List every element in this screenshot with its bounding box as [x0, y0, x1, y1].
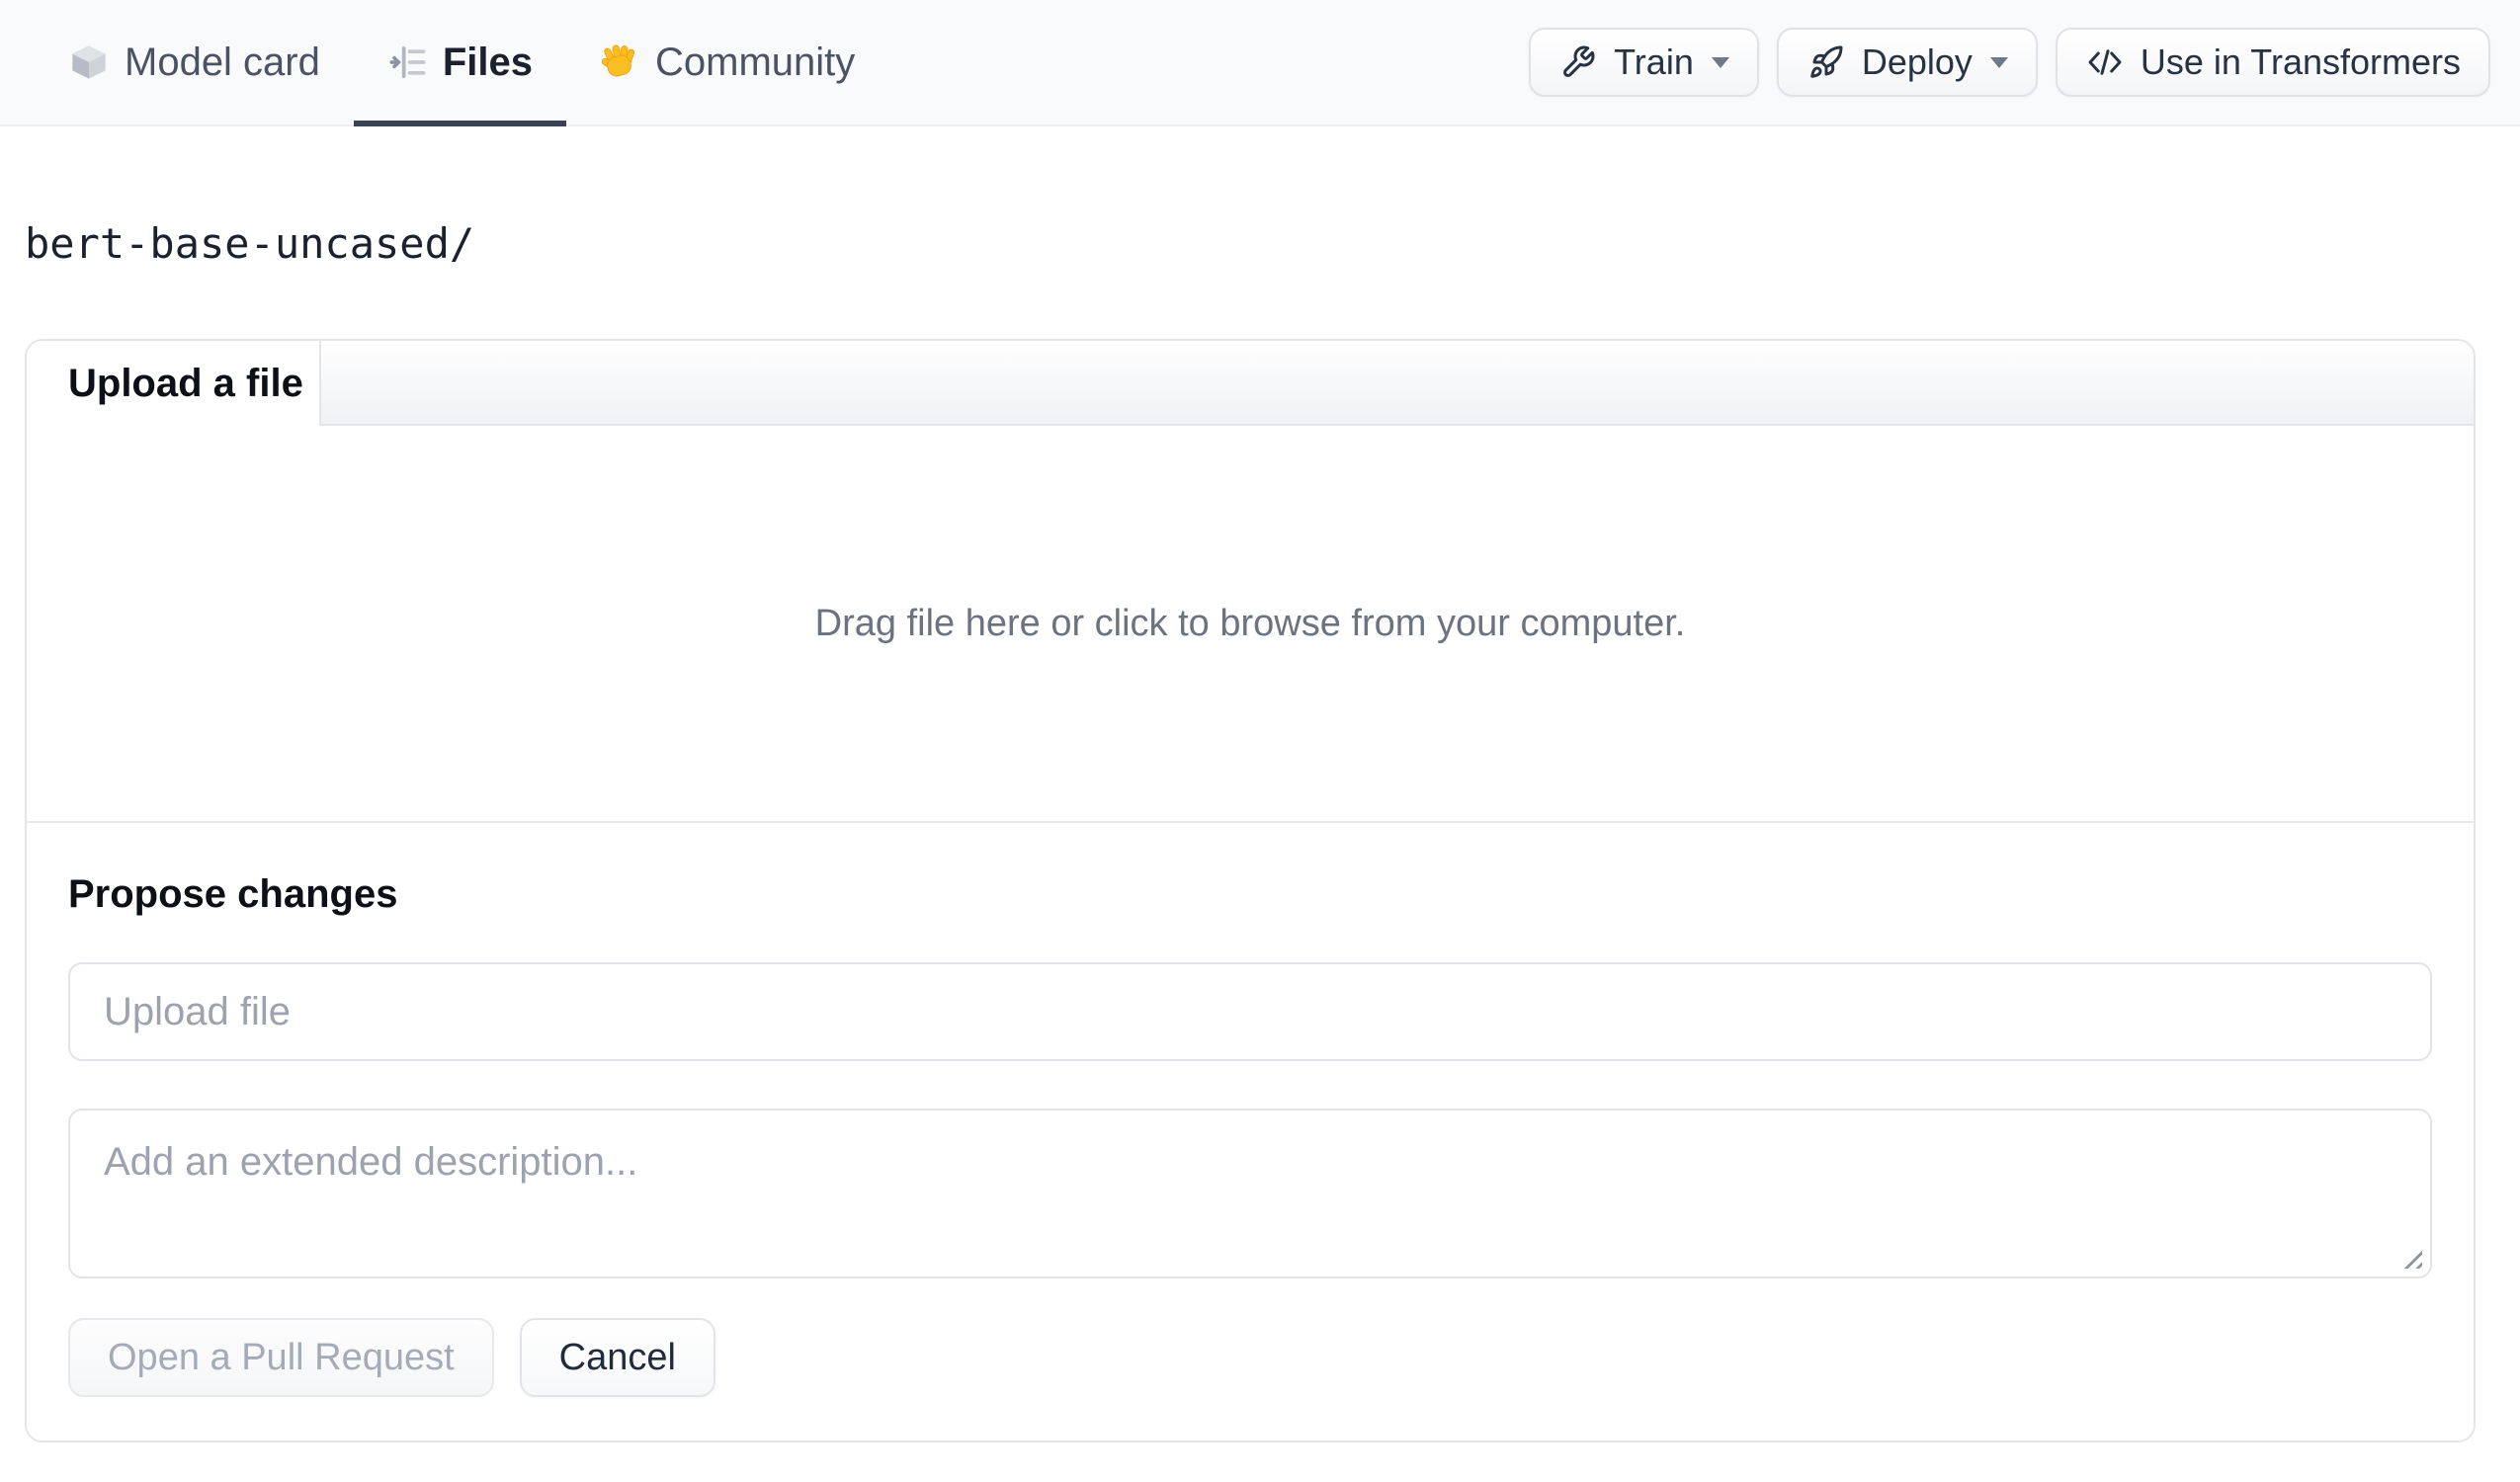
use-in-transformers-button[interactable]: Use in Transformers: [2055, 28, 2490, 97]
breadcrumb: bert-base-uncased/: [25, 219, 2495, 268]
cube-icon: [69, 42, 109, 82]
code-icon: [2085, 42, 2125, 82]
wrench-icon: [1558, 42, 1598, 82]
extended-description-textarea[interactable]: [68, 1109, 2432, 1278]
use-in-transformers-label: Use in Transformers: [2140, 41, 2461, 82]
nav-tab-label: Files: [442, 40, 534, 84]
nav-tab-label: Model card: [125, 40, 320, 84]
train-button[interactable]: Train: [1529, 28, 1759, 97]
files-icon: [387, 42, 427, 82]
propose-changes-section: Propose changes Open a Pull Request Canc…: [27, 823, 2474, 1397]
propose-changes-heading: Propose changes: [68, 872, 398, 916]
nav-tab-files[interactable]: Files: [353, 0, 567, 126]
nav-tab-community[interactable]: Community: [566, 0, 888, 124]
dropzone-hint-text: Drag file here or click to browse from y…: [814, 602, 1686, 644]
caret-down-icon: [1989, 56, 2008, 68]
deploy-button-label: Deploy: [1861, 41, 1973, 82]
rocket-icon: [1806, 42, 1846, 82]
repo-nav: Model card Files Community Train Deploy …: [0, 0, 2520, 126]
main-content: bert-base-uncased/ Upload a file Drag fi…: [0, 219, 2520, 1442]
breadcrumb-repo-root-link[interactable]: bert-base-uncased/: [25, 219, 474, 268]
upload-panel-tabbar: Upload a file: [27, 341, 2474, 426]
file-dropzone[interactable]: Drag file here or click to browse from y…: [27, 426, 2474, 823]
propose-actions: Open a Pull Request Cancel: [68, 1318, 2432, 1397]
upload-file-input[interactable]: [68, 962, 2432, 1061]
deploy-button[interactable]: Deploy: [1776, 28, 2038, 97]
cancel-button[interactable]: Cancel: [519, 1318, 715, 1397]
nav-tab-label: Community: [655, 40, 856, 84]
train-button-label: Train: [1614, 41, 1694, 82]
tab-upload-a-file[interactable]: Upload a file: [27, 341, 321, 426]
nav-tab-model-card[interactable]: Model card: [36, 0, 354, 124]
caret-down-icon: [1711, 56, 1729, 68]
wave-icon: [600, 42, 639, 82]
tabbar-filler: [321, 341, 2474, 426]
repo-nav-actions: Train Deploy Use in Transformers: [1529, 0, 2490, 124]
repo-nav-tabs: Model card Files Community: [36, 0, 888, 126]
open-pull-request-button[interactable]: Open a Pull Request: [68, 1318, 494, 1397]
description-field-wrap: [68, 1109, 2432, 1278]
upload-panel: Upload a file Drag file here or click to…: [25, 339, 2476, 1442]
